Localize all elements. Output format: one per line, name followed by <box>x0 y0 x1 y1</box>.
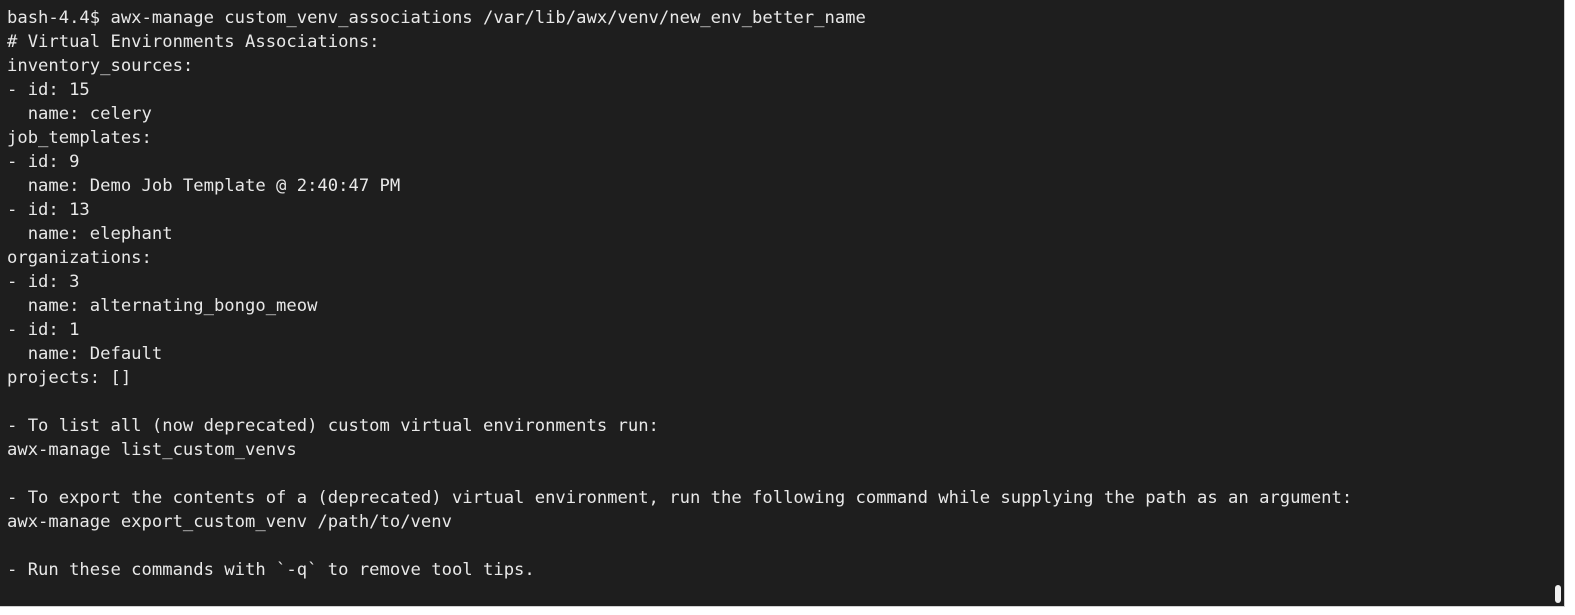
command-line: bash-4.4$ awx-manage custom_venv_associa… <box>7 8 866 28</box>
output-line: - id: 3 <box>7 272 80 292</box>
output-line: name: alternating_bongo_meow <box>7 296 318 316</box>
output-line: organizations: <box>7 248 152 268</box>
tip-command-line: awx-manage export_custom_venv /path/to/v… <box>7 512 452 532</box>
output-line: # Virtual Environments Associations: <box>7 32 380 52</box>
output-line: - id: 1 <box>7 320 80 340</box>
output-line: projects: [] <box>7 368 132 388</box>
terminal-output: bash-4.4$ awx-manage custom_venv_associa… <box>7 6 1550 582</box>
output-line: - id: 13 <box>7 200 90 220</box>
tip-line: - Run these commands with `-q` to remove… <box>7 560 535 580</box>
vertical-scrollbar[interactable] <box>1552 0 1564 606</box>
output-line: name: Demo Job Template @ 2:40:47 PM <box>7 176 401 196</box>
output-line: name: elephant <box>7 224 173 244</box>
terminal-window[interactable]: bash-4.4$ awx-manage custom_venv_associa… <box>0 0 1565 607</box>
output-line: inventory_sources: <box>7 56 194 76</box>
tip-line: - To list all (now deprecated) custom vi… <box>7 416 659 436</box>
output-line: name: celery <box>7 104 152 124</box>
output-line: - id: 15 <box>7 80 90 100</box>
output-line: name: Default <box>7 344 163 364</box>
output-line: - id: 9 <box>7 152 80 172</box>
tip-command-line: awx-manage list_custom_venvs <box>7 440 297 460</box>
output-line: job_templates: <box>7 128 152 148</box>
tip-line: - To export the contents of a (deprecate… <box>7 488 1353 508</box>
scrollbar-thumb[interactable] <box>1555 585 1561 603</box>
